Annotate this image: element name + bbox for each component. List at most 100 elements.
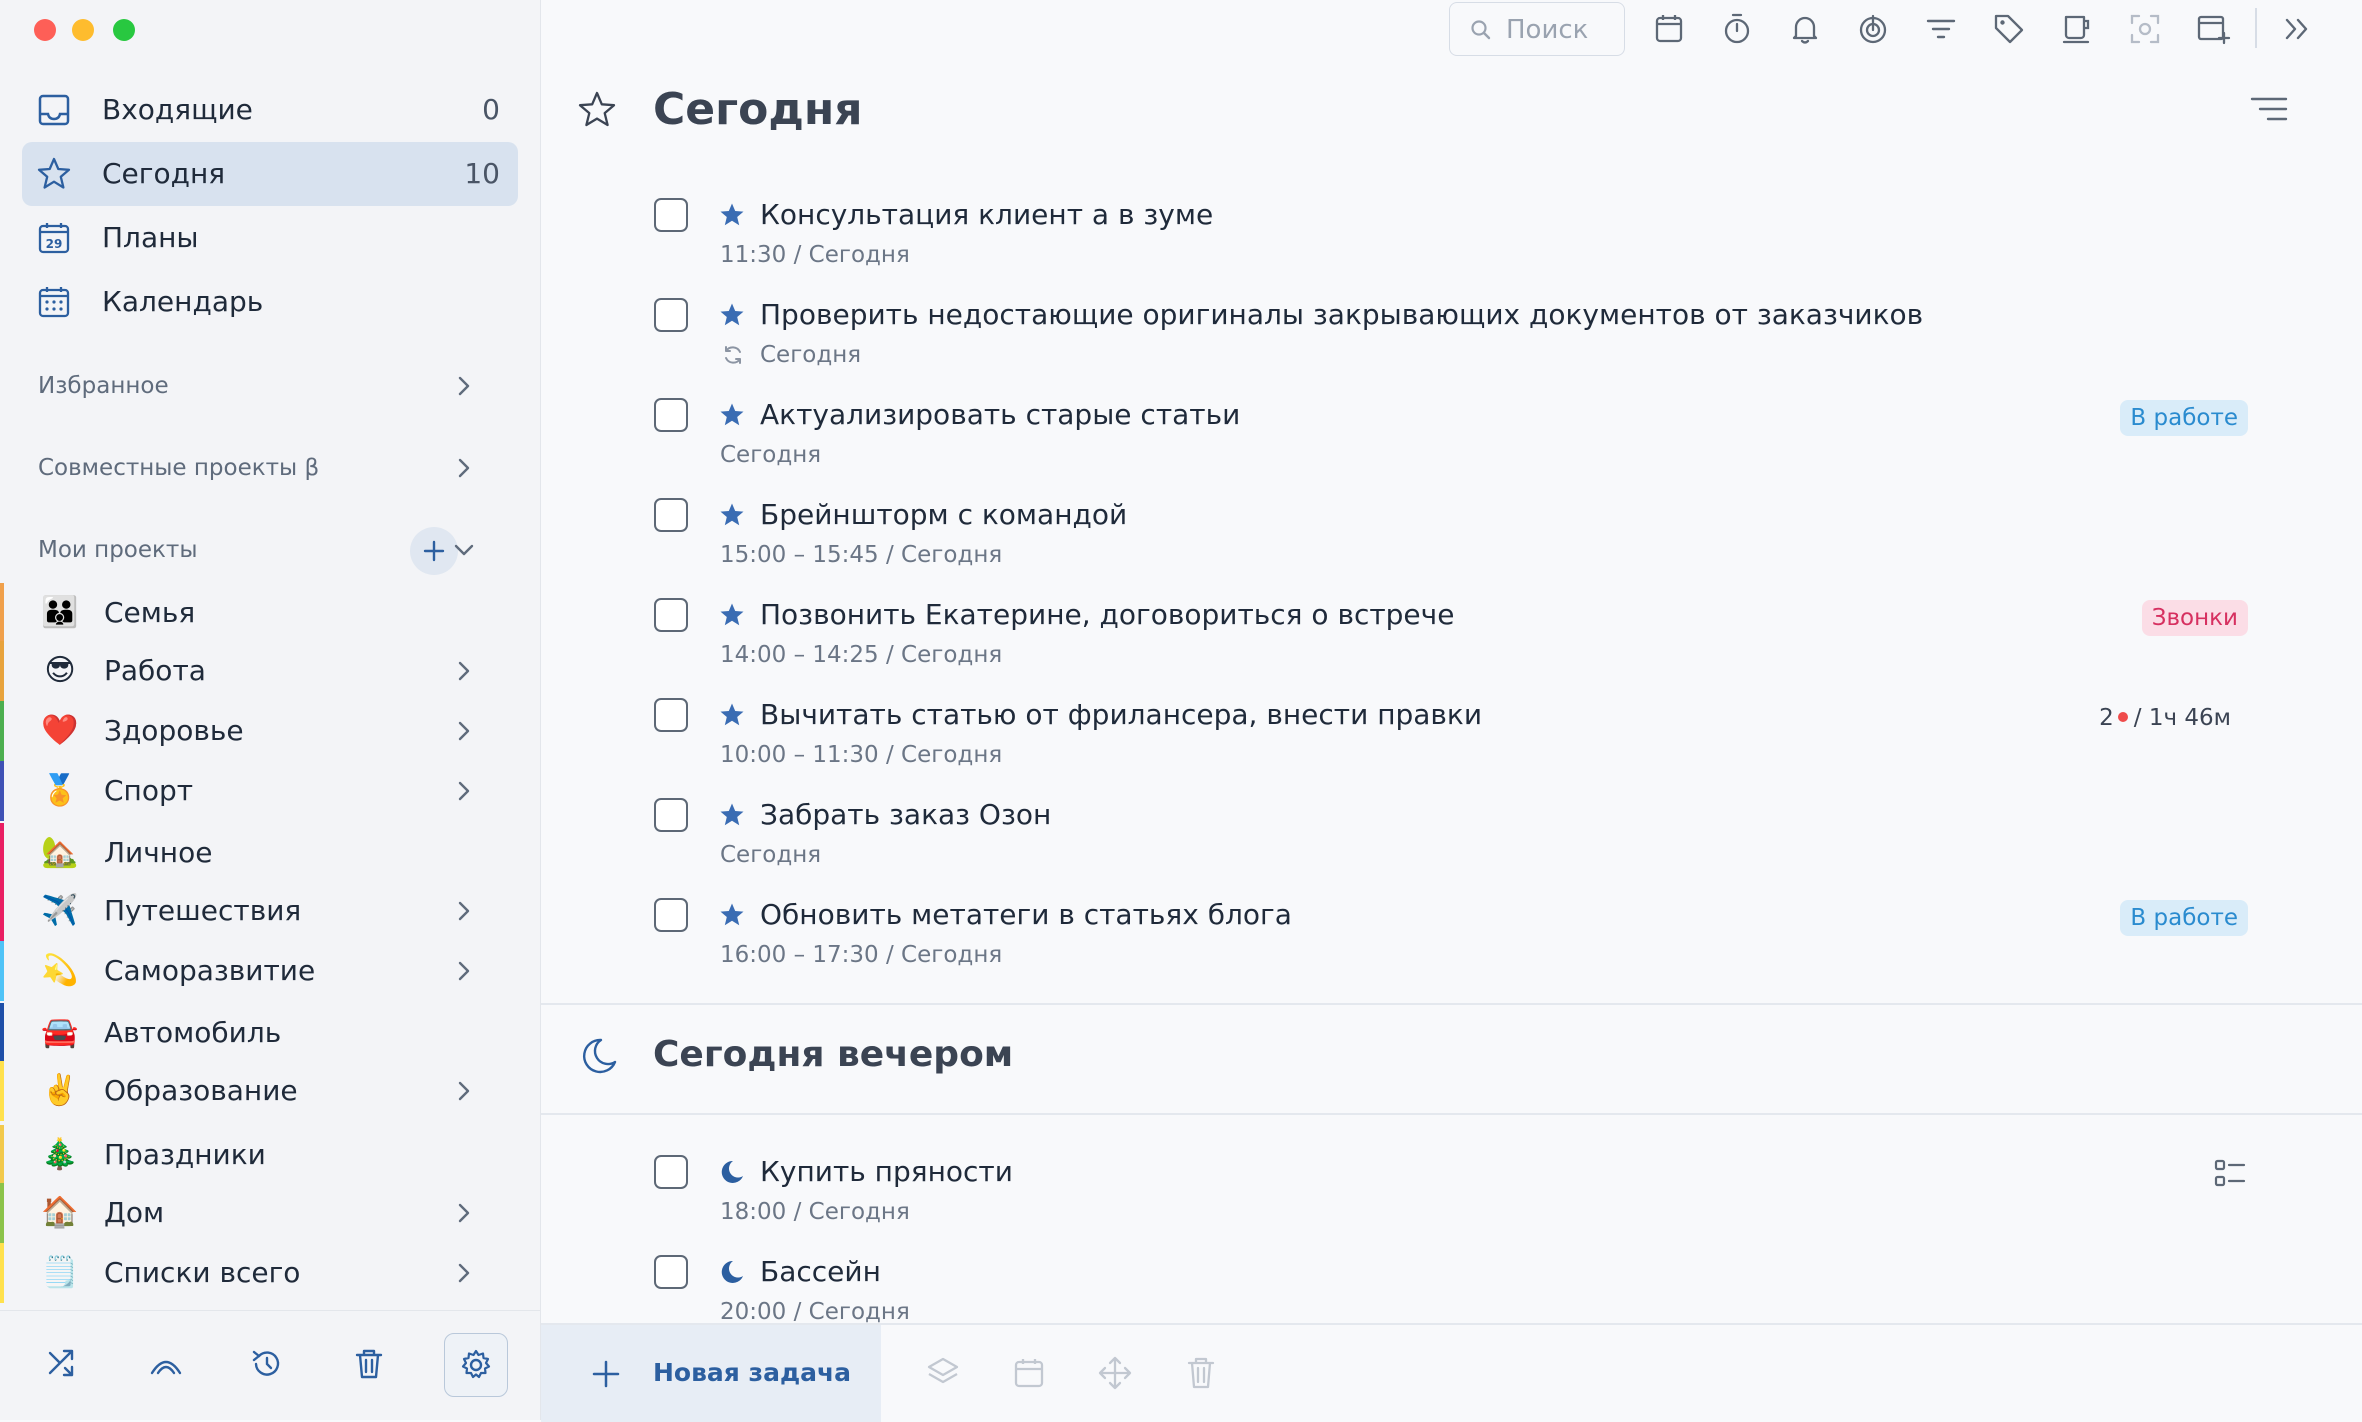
task-checkbox[interactable] [654,298,688,332]
task-checkbox[interactable] [654,498,688,532]
timer-count: 2 [2099,705,2114,731]
nav-inbox[interactable]: Входящие 0 [22,78,518,142]
project-item[interactable]: 👪 Семья [0,583,540,643]
bell-icon[interactable] [1787,11,1823,47]
project-item[interactable]: 🏅 Спорт [0,761,540,821]
project-label: Праздники [104,1138,266,1171]
chevron-right-icon [458,458,470,478]
task-row[interactable]: Обновить метатеги в статьях блога 16:00 –… [541,898,2362,998]
task-row[interactable]: Проверить недостающие оригиналы закрываю… [541,298,2362,398]
chevron-right-icon[interactable] [450,897,478,925]
trash-button[interactable] [338,1333,400,1395]
project-item[interactable]: ✈️ Путешествия [0,881,540,941]
filter-icon[interactable] [1923,11,1959,47]
trash-icon[interactable] [1183,1355,1219,1391]
add-calendar-icon[interactable] [2195,11,2231,47]
tag-icon[interactable] [1991,11,2027,47]
search-box[interactable] [1449,2,1625,56]
calendar-toolbar-icon[interactable] [1651,11,1687,47]
project-item[interactable]: ✌️ Образование [0,1061,540,1121]
chevron-right-icon[interactable] [450,1259,478,1287]
inbox-icon [38,94,70,126]
plus-icon [592,1360,620,1388]
star-icon [37,157,71,189]
screenshot-icon[interactable] [2127,11,2163,47]
task-checkbox[interactable] [654,598,688,632]
settings-button[interactable] [444,1333,508,1397]
project-color-bar [0,823,4,883]
project-emoji-icon: 🏡 [41,835,79,870]
shuffle-button[interactable] [32,1333,94,1395]
task-tag-badge[interactable]: В работе [2120,400,2248,436]
project-item[interactable]: 🏠 Дом [0,1183,540,1243]
project-emoji-icon: 👪 [41,595,79,630]
project-item[interactable]: 😎 Работа [0,641,540,701]
layers-icon[interactable] [925,1355,961,1391]
section-favorites[interactable]: Избранное [38,366,478,406]
chevron-down-icon[interactable] [450,536,478,564]
section-shared-projects[interactable]: Совместные проекты β [38,448,478,488]
project-label: Дом [104,1196,165,1229]
nav-plans[interactable]: 29 Планы [22,206,518,270]
project-color-bar [0,881,4,941]
task-tag-badge[interactable]: Звонки [2141,600,2248,636]
coffee-cup-icon[interactable] [2059,11,2095,47]
chevron-right-icon[interactable] [450,957,478,985]
chevron-right-icon[interactable] [450,1077,478,1105]
nav-calendar[interactable]: Календарь [22,270,518,334]
chevron-right-icon[interactable] [450,1199,478,1227]
task-subtitle: Сегодня [760,342,862,368]
search-icon [1471,20,1491,40]
project-label: Путешествия [104,894,302,927]
task-checkbox[interactable] [654,1155,688,1189]
new-task-button[interactable]: Новая задача [541,1325,881,1422]
project-label: Списки всего [104,1256,301,1289]
task-checkbox[interactable] [654,1255,688,1289]
window-close-button[interactable] [34,19,56,41]
nav-plans-label: Планы [102,221,199,254]
task-row[interactable]: Брейншторм с командой 15:00 – 15:45 / Сег… [541,498,2362,598]
task-row[interactable]: Консультация клиент а в зуме 11:30 / Сего… [541,198,2362,298]
chevron-right-icon[interactable] [450,777,478,805]
project-item[interactable]: 🗒️ Списки всего [0,1243,540,1303]
star-filled-icon [720,503,744,526]
project-item[interactable]: 💫 Саморазвитие [0,941,540,1001]
stopwatch-icon[interactable] [1719,11,1755,47]
task-checkbox[interactable] [654,698,688,732]
sort-icon[interactable] [2249,94,2289,126]
task-checkbox[interactable] [654,798,688,832]
task-row[interactable]: Актуализировать старые статьи Сегодня В ра… [541,398,2362,498]
chevron-right-icon[interactable] [450,657,478,685]
task-tag-badge[interactable]: В работе [2120,900,2248,936]
project-item[interactable]: 🎄 Праздники [0,1125,540,1185]
project-label: Семья [104,596,196,629]
project-item[interactable]: 🏡 Личное [0,823,540,883]
chevrons-right-icon[interactable] [2279,11,2315,47]
task-checkbox[interactable] [654,898,688,932]
project-item[interactable]: ❤️ Здоровье [0,701,540,761]
task-row[interactable]: Купить пряности 18:00 / Сегодня [541,1155,2362,1255]
nav-today[interactable]: Сегодня 10 [22,142,518,206]
nav-inbox-count: 0 [482,93,500,126]
task-row[interactable]: Вычитать статью от фрилансера, внести пр… [541,698,2362,798]
task-row[interactable]: Позвонить Екатерине, договориться о встр… [541,598,2362,698]
section-favorites-label: Избранное [38,373,169,399]
project-item[interactable]: 🚘 Автомобиль [0,1003,540,1063]
history-button[interactable] [236,1333,298,1395]
window-minimize-button[interactable] [72,19,94,41]
arc-icon [150,1360,182,1375]
wifi-arc-button[interactable] [134,1333,196,1395]
task-checkbox[interactable] [654,198,688,232]
chevron-right-icon[interactable] [450,717,478,745]
window-zoom-button[interactable] [113,19,135,41]
task-checkbox[interactable] [654,398,688,432]
section-my-projects[interactable]: Мои проекты [38,527,478,575]
calendar-icon[interactable] [1011,1355,1047,1391]
focus-target-icon[interactable] [1855,11,1891,47]
search-input[interactable] [1504,13,1618,47]
move-icon[interactable] [1097,1355,1133,1391]
checklist-icon[interactable] [2212,1155,2248,1191]
timer-time: / 1ч 46м [2133,705,2231,731]
task-row[interactable]: Забрать заказ Озон Сегодня [541,798,2362,898]
project-label: Здоровье [104,714,244,747]
